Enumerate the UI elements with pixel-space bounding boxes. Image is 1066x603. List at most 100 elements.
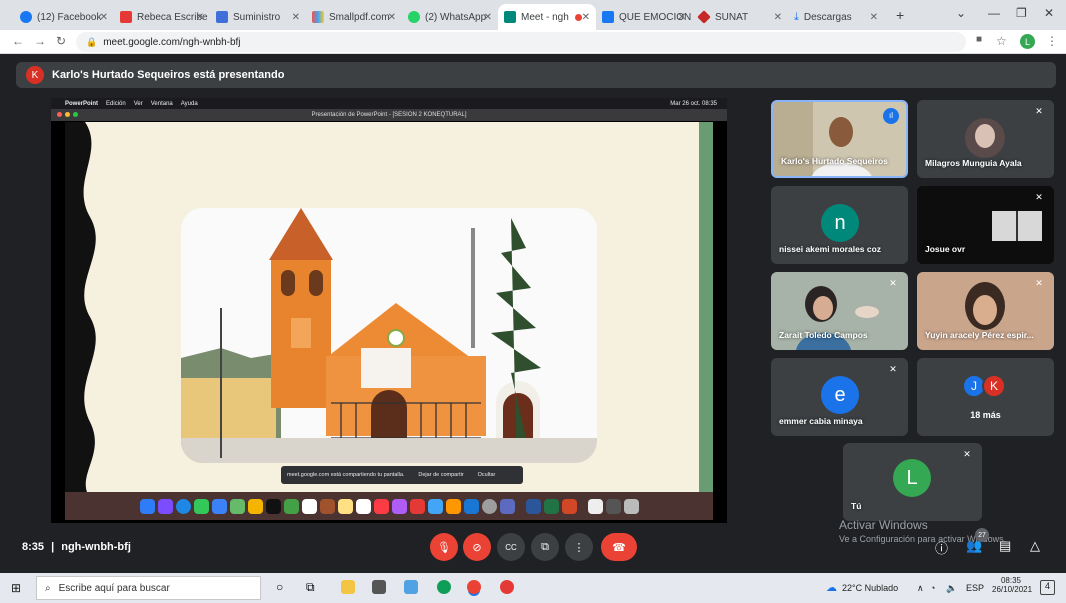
close-tab-icon[interactable]: ✕	[582, 12, 590, 23]
chrome-icon[interactable]	[467, 580, 481, 594]
close-tab-icon[interactable]: ✕	[292, 12, 300, 23]
minimize-icon[interactable]: —	[988, 6, 1000, 20]
tab-meet[interactable]: Meet - ngh ✕	[498, 4, 596, 30]
weather-icon: ☁	[826, 582, 837, 594]
participant-avatar: n	[821, 204, 859, 242]
close-window-icon[interactable]: ✕	[1044, 6, 1054, 20]
messages-icon	[193, 498, 209, 514]
windows-start-icon[interactable]: ⊞	[11, 581, 21, 595]
tab-rebeca[interactable]: Rebeca Escribe ✕	[114, 4, 210, 30]
close-tab-icon[interactable]: ✕	[678, 12, 686, 23]
forward-icon[interactable]: →	[34, 34, 46, 48]
bookmark-star-icon[interactable]: ☆	[996, 34, 1007, 48]
camera-icon[interactable]: ■	[976, 34, 982, 45]
safari-icon	[175, 498, 191, 514]
task-view-icon[interactable]: ⧉	[306, 580, 315, 595]
stop-sharing-button[interactable]: Dejar de compartir	[418, 472, 463, 478]
new-tab-icon[interactable]: +	[896, 7, 904, 23]
menu-dots-icon[interactable]: ⋮	[1046, 34, 1058, 48]
mic-toggle-button[interactable]: 🎙	[430, 533, 458, 561]
download-icon: ⤓	[794, 10, 799, 23]
app-red-icon[interactable]	[500, 580, 514, 594]
tab-whatsapp[interactable]: (2) WhatsApp ✕	[402, 4, 498, 30]
slide-green-bar	[699, 122, 713, 492]
muted-mic-icon: ✕	[1035, 192, 1043, 202]
more-options-button[interactable]: ⋮	[565, 533, 593, 561]
reload-icon[interactable]: ↻	[56, 34, 66, 48]
close-tab-icon[interactable]: ✕	[774, 12, 782, 23]
present-button[interactable]: ⧉	[531, 533, 559, 561]
camera-toggle-button[interactable]: ⊘	[463, 533, 491, 561]
tray-chevron-icon[interactable]: ∧	[917, 583, 924, 594]
search-icon: ⌕	[45, 582, 51, 594]
hide-button[interactable]: Ocultar	[478, 472, 496, 478]
participant-tile-zarait[interactable]: ✕ Zarait Toledo Campos	[771, 272, 908, 350]
tab-smallpdf[interactable]: Smallpdf.com ✕	[306, 4, 402, 30]
taskbar-clock[interactable]: 08:35 26/10/2021	[992, 576, 1032, 594]
close-tab-icon[interactable]: ✕	[100, 12, 108, 23]
participant-tile-milagros[interactable]: ✕ Milagros Munguia Ayala	[917, 100, 1054, 178]
windows-taskbar: ⊞ ⌕ Escribe aquí para buscar ○ ⧉ ☁ 22°C …	[0, 573, 1066, 603]
address-bar[interactable]: 🔒 meet.google.com/ngh-wnbh-bfj	[76, 32, 966, 52]
cortana-icon[interactable]: ○	[276, 580, 283, 594]
taskbar-search[interactable]: ⌕ Escribe aquí para buscar	[36, 576, 261, 600]
meeting-info-icon[interactable]: ⓘ	[935, 538, 948, 557]
tab-sunat[interactable]: SUNAT ✕	[692, 4, 788, 30]
participant-tile-emmer[interactable]: e ✕ emmer cabia minaya	[771, 358, 908, 436]
leave-call-button[interactable]: ☎	[601, 533, 637, 561]
facebook-icon	[602, 11, 614, 23]
muted-mic-icon: ✕	[889, 364, 897, 374]
self-tile[interactable]: L ✕ Tú	[843, 443, 982, 521]
smallpdf-icon	[312, 11, 324, 23]
slide-wave-decoration	[65, 122, 96, 492]
profile-avatar[interactable]: L	[1020, 34, 1035, 49]
captions-button[interactable]: CC	[497, 533, 525, 561]
back-icon[interactable]: ←	[12, 34, 24, 48]
pages-icon	[445, 498, 461, 514]
participant-tile-yuyin[interactable]: ✕ Yuyin aracely Pérez espir...	[917, 272, 1054, 350]
tab-search-icon[interactable]: ⌄	[956, 6, 966, 20]
file-explorer-icon[interactable]	[341, 580, 355, 594]
close-tab-icon[interactable]: ✕	[196, 12, 204, 23]
participant-tile-josue[interactable]: ✕ Josue ovr	[917, 186, 1054, 264]
word-icon	[525, 498, 541, 514]
muted-mic-icon: ✕	[1035, 106, 1043, 116]
tab-suministro[interactable]: Suministro ✕	[210, 4, 306, 30]
ppt-title-bar: Presentación de PowerPoint - [SESION 2 K…	[51, 109, 727, 121]
volume-icon[interactable]: 🔈	[946, 583, 957, 594]
tab-descargas[interactable]: ⤓ Descargas ✕	[788, 4, 884, 30]
whatsapp-icon	[408, 11, 420, 23]
slide: meet.google.com está compartiendo tu pan…	[65, 122, 713, 492]
close-tab-icon[interactable]: ✕	[484, 12, 492, 23]
numbers-icon	[427, 498, 443, 514]
meeting-details[interactable]: 8:35 | ngh-wnbh-bfj	[22, 541, 131, 553]
muted-mic-icon: ✕	[1035, 278, 1043, 288]
language-indicator[interactable]: ESP	[966, 583, 984, 593]
reminders-icon	[355, 498, 371, 514]
close-tab-icon[interactable]: ✕	[388, 12, 396, 23]
tv-icon	[265, 498, 281, 514]
facetime-icon	[283, 498, 299, 514]
close-tab-icon[interactable]: ✕	[870, 12, 878, 23]
restore-icon[interactable]: ❐	[1016, 6, 1027, 20]
weather-text[interactable]: 22°C Nublado	[842, 583, 898, 593]
finder-icon	[139, 498, 155, 514]
tab-que-emocion[interactable]: QUE EMOCION ✕	[596, 4, 692, 30]
activation-watermark-title: Activar Windows	[839, 518, 928, 532]
site-icon	[216, 11, 228, 23]
calculator-icon[interactable]	[372, 580, 386, 594]
url-text: meet.google.com/ngh-wnbh-bfj	[103, 36, 241, 48]
launchpad-icon	[157, 498, 173, 514]
participant-tile-nissei[interactable]: n nissei akemi morales coz	[771, 186, 908, 264]
tab-facebook[interactable]: (12) Facebook ✕	[14, 4, 114, 30]
notification-center-icon[interactable]: 4	[1040, 580, 1055, 595]
app-icon[interactable]	[404, 580, 418, 594]
activities-icon[interactable]: △	[1030, 538, 1040, 554]
chat-icon[interactable]: ▤	[999, 538, 1011, 554]
participant-tile-karlo[interactable]: ıl Karlo's Hurtado Sequeiros	[771, 100, 908, 178]
more-participants-tile[interactable]: J K 18 más	[917, 358, 1054, 436]
captions-icon: CC	[505, 542, 517, 552]
edge-icon[interactable]	[437, 580, 451, 594]
meet-icon	[504, 11, 516, 23]
network-icon[interactable]: ◔	[930, 583, 935, 593]
